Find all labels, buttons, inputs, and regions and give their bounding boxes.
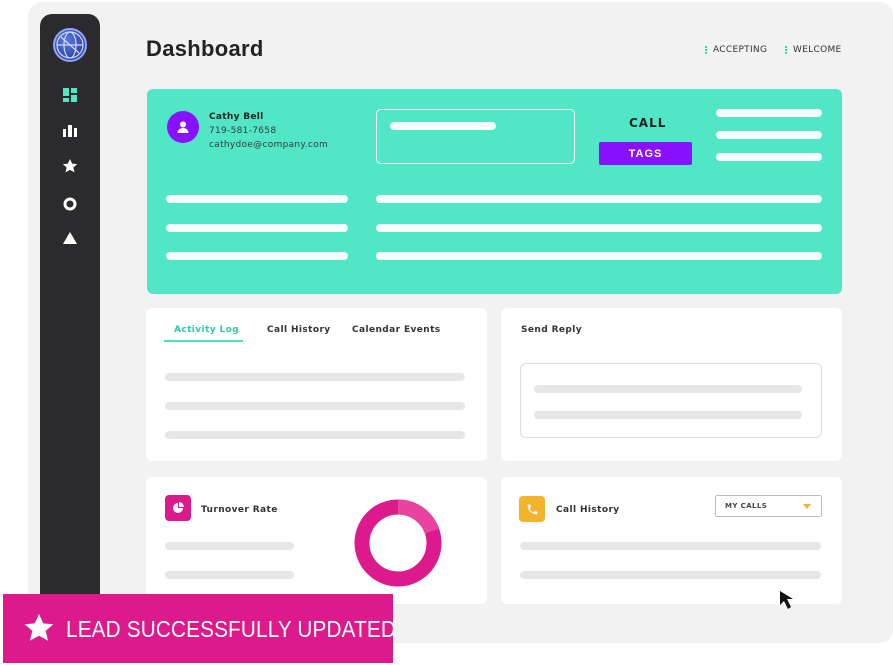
call-history-card: Call History MY CALLS (501, 477, 842, 604)
placeholder-line (716, 109, 822, 117)
user-icon (177, 121, 189, 133)
contact-info: Cathy Bell 719-581-7658 cathydoe@company… (209, 110, 328, 152)
contact-name: Cathy Bell (209, 112, 264, 122)
placeholder-line (376, 252, 822, 260)
chevron-down-icon (803, 504, 811, 509)
contact-phone: 719-581-7658 (209, 126, 277, 136)
status-accepting[interactable]: ACCEPTING (705, 45, 767, 55)
placeholder-line (166, 224, 348, 232)
triangle-icon[interactable] (61, 229, 79, 247)
tab-call-history[interactable]: Call History (267, 325, 331, 335)
placeholder-line (376, 195, 822, 203)
activity-card: Activity Log Call History Calendar Event… (146, 308, 487, 461)
circle-icon[interactable] (61, 195, 79, 213)
turnover-card: Turnover Rate (146, 477, 487, 604)
placeholder-line (376, 224, 822, 232)
sidebar (40, 14, 100, 624)
mouse-cursor-icon (780, 591, 793, 609)
turnover-title: Turnover Rate (201, 505, 278, 515)
avatar[interactable] (167, 111, 199, 143)
placeholder-line (520, 542, 821, 550)
notes-field[interactable] (376, 109, 575, 164)
dashboard-icon[interactable] (61, 86, 79, 104)
status-welcome-label: WELCOME (793, 45, 842, 55)
phone-icon (519, 496, 545, 522)
contact-email: cathydoe@company.com (209, 140, 329, 150)
placeholder-line (390, 122, 496, 130)
placeholder-line (716, 131, 822, 139)
donut-chart (354, 499, 442, 587)
star-icon (24, 614, 54, 641)
tab-activity-log[interactable]: Activity Log (174, 325, 239, 335)
status-accepting-label: ACCEPTING (713, 45, 768, 55)
globe-logo-icon[interactable] (53, 28, 87, 62)
calls-filter-value: MY CALLS (725, 502, 768, 510)
status-indicator-icon (785, 46, 787, 54)
placeholder-line (165, 431, 465, 439)
call-history-title: Call History (556, 505, 620, 515)
contact-panel: Cathy Bell 719-581-7658 cathydoe@company… (147, 89, 842, 294)
status-welcome[interactable]: WELCOME (785, 45, 842, 55)
placeholder-line (166, 195, 348, 203)
tab-calendar-events[interactable]: Calendar Events (352, 325, 441, 335)
placeholder-line (716, 153, 822, 161)
placeholder-line (166, 252, 348, 260)
active-tab-indicator (164, 340, 243, 342)
calls-filter-select[interactable]: MY CALLS (715, 495, 822, 517)
placeholder-line (520, 571, 821, 579)
send-reply-title: Send Reply (521, 325, 582, 335)
tags-button[interactable]: TAGS (599, 142, 692, 165)
placeholder-line (534, 385, 802, 393)
page-title: Dashboard (146, 36, 264, 61)
status-indicator-icon (705, 46, 707, 54)
toast-message: LEAD SUCCESSFULLY UPDATED (66, 616, 397, 642)
placeholder-line (165, 571, 294, 579)
send-reply-card: Send Reply (501, 308, 842, 461)
success-toast[interactable]: LEAD SUCCESSFULLY UPDATED (3, 594, 397, 663)
placeholder-line (534, 411, 802, 419)
placeholder-line (165, 402, 465, 410)
placeholder-line (165, 542, 294, 550)
reply-input[interactable] (520, 363, 822, 438)
call-button[interactable]: CALL (629, 116, 666, 130)
pie-chart-icon (165, 495, 191, 521)
placeholder-line (165, 373, 465, 381)
bar-chart-icon[interactable] (61, 121, 79, 139)
star-icon[interactable] (61, 157, 79, 175)
